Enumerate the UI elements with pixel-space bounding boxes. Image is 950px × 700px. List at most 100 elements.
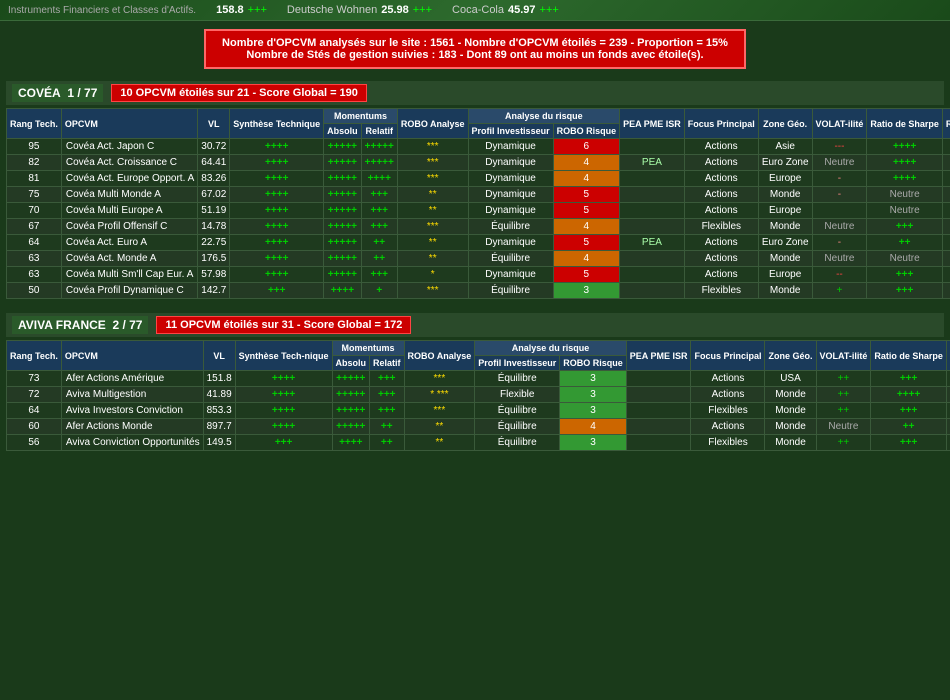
cell-relatif: +++ — [370, 403, 405, 419]
cell-synth: ++++ — [230, 155, 324, 171]
cell-volat: Neutre — [816, 419, 871, 435]
th-sharpe: Ratio de Sharpe — [867, 109, 943, 139]
cell-profil: Dynamique — [468, 139, 553, 155]
th2-absolu: Absolu — [332, 356, 370, 371]
table-row: 64 Covéa Act. Euro A 22.75 ++++ +++++ ++… — [7, 235, 950, 251]
cell-zone: Monde — [758, 187, 812, 203]
cell-pea — [626, 371, 691, 387]
section-header-covea: COVÉA 1 / 77 10 OPCVM étoilés sur 21 - S… — [6, 81, 944, 105]
th-synth: Synthèse Technique — [230, 109, 324, 139]
aviva-table: Rang Tech. OPCVM VL Synthèse Tech-nique … — [6, 340, 950, 451]
ticker-change-1: +++ — [248, 4, 267, 16]
table-row: 81 Covéa Act. Europe Opport. A 83.26 +++… — [7, 171, 950, 187]
cell-volat: ++ — [816, 371, 871, 387]
cell-rang: 82 — [7, 155, 62, 171]
cell-profil: Équilibre — [475, 403, 560, 419]
cell-rang: 72 — [7, 387, 62, 403]
th-zone: Zone Géo. — [758, 109, 812, 139]
cell-sharpe: +++ — [867, 219, 943, 235]
cell-focus: Actions — [684, 203, 758, 219]
cell-opcvm: Covéa Profil Dynamique C — [61, 283, 197, 299]
cell-pea: PEA — [620, 155, 685, 171]
th-relatif: Relatif — [361, 124, 397, 139]
cell-sortino: +++ — [942, 283, 950, 299]
cell-sortino: ++++ — [946, 387, 950, 403]
cell-vl: 83.26 — [198, 171, 230, 187]
cell-opcvm: Aviva Multigestion — [61, 387, 203, 403]
cell-profil: Dynamique — [468, 155, 553, 171]
cell-volat: Neutre — [812, 251, 867, 267]
cell-robo: *** — [404, 403, 475, 419]
cell-pea — [620, 139, 685, 155]
cell-robo: *** — [404, 371, 475, 387]
cell-opcvm: Covéa Act. Croissance C — [61, 155, 197, 171]
th2-rang: Rang Tech. — [7, 341, 62, 371]
cell-sharpe: Neutre — [867, 203, 943, 219]
cell-opcvm: Covéa Multi Sm'll Cap Eur. A — [61, 267, 197, 283]
cell-absolu: +++++ — [332, 419, 370, 435]
cell-robo-risque: 3 — [560, 403, 627, 419]
cell-opcvm: Covéa Multi Monde A — [61, 187, 197, 203]
cell-relatif: +++ — [370, 387, 405, 403]
cell-robo-risque: 4 — [553, 155, 620, 171]
cell-pea — [626, 435, 691, 451]
cell-zone: Euro Zone — [758, 235, 812, 251]
table-row: 75 Covéa Multi Monde A 67.02 ++++ +++++ … — [7, 187, 950, 203]
cell-absolu: +++++ — [324, 251, 362, 267]
cell-vl: 67.02 — [198, 187, 230, 203]
cell-robo: *** — [397, 171, 468, 187]
cell-sharpe: ++ — [871, 419, 947, 435]
info-line1: Nombre d'OPCVM analysés sur le site : 15… — [222, 37, 728, 49]
cell-robo-risque: 4 — [560, 419, 627, 435]
cell-profil: Équilibre — [468, 283, 553, 299]
cell-focus: Actions — [684, 187, 758, 203]
th-robo-risque: ROBO Risque — [553, 124, 620, 139]
ticker-item-deutsche: Deutsche Wohnen 25.98 +++ — [287, 4, 432, 16]
cell-vl: 176.5 — [198, 251, 230, 267]
cell-pea — [620, 251, 685, 267]
table-row: 73 Afer Actions Amérique 151.8 ++++ ++++… — [7, 371, 950, 387]
th2-zone: Zone Géo. — [765, 341, 816, 371]
cell-pea — [626, 387, 691, 403]
cell-rang: 64 — [7, 235, 62, 251]
cell-synth: ++++ — [235, 371, 332, 387]
th-volat: VOLAT-ilité — [812, 109, 867, 139]
cell-robo: ** — [397, 187, 468, 203]
cell-absolu: +++++ — [332, 387, 370, 403]
ticker-change-deutsche: +++ — [413, 4, 432, 16]
cell-opcvm: Covéa Profil Offensif C — [61, 219, 197, 235]
cell-synth: ++++ — [230, 251, 324, 267]
cell-rang: 63 — [7, 251, 62, 267]
cell-sortino: +++++ — [942, 139, 950, 155]
th2-volat: VOLAT-ilité — [816, 341, 871, 371]
th2-focus: Focus Principal — [691, 341, 765, 371]
cell-volat: - — [812, 235, 867, 251]
cell-robo-risque: 5 — [553, 267, 620, 283]
cell-rang: 60 — [7, 419, 62, 435]
cell-zone: Euro Zone — [758, 155, 812, 171]
cell-synth: ++++ — [230, 171, 324, 187]
cell-sharpe: ++++ — [867, 155, 943, 171]
cell-robo-risque: 4 — [553, 219, 620, 235]
cell-relatif: ++ — [370, 419, 405, 435]
cell-sortino: +++ — [942, 235, 950, 251]
cell-focus: Flexibles — [691, 403, 765, 419]
cell-sharpe: Neutre — [867, 251, 943, 267]
cell-opcvm: Aviva Conviction Opportunités — [61, 435, 203, 451]
table-row: 95 Covéa Act. Japon C 30.72 ++++ +++++ +… — [7, 139, 950, 155]
cell-vl: 853.3 — [203, 403, 235, 419]
cell-rang: 50 — [7, 283, 62, 299]
cell-sortino: +++ — [946, 403, 950, 419]
table-row: 63 Covéa Act. Monde A 176.5 ++++ +++++ +… — [7, 251, 950, 267]
cell-profil: Flexible — [475, 387, 560, 403]
cell-sortino: +++++ — [942, 155, 950, 171]
cell-pea — [620, 203, 685, 219]
cell-volat: ++ — [816, 435, 871, 451]
cell-sharpe: ++++ — [867, 171, 943, 187]
cell-focus: Actions — [684, 139, 758, 155]
cell-sortino: +++++ — [942, 171, 950, 187]
cell-rang: 64 — [7, 403, 62, 419]
cell-synth: ++++ — [230, 203, 324, 219]
aviva-title: AVIVA FRANCE 2 / 77 — [12, 316, 148, 334]
cell-volat: Neutre — [812, 155, 867, 171]
